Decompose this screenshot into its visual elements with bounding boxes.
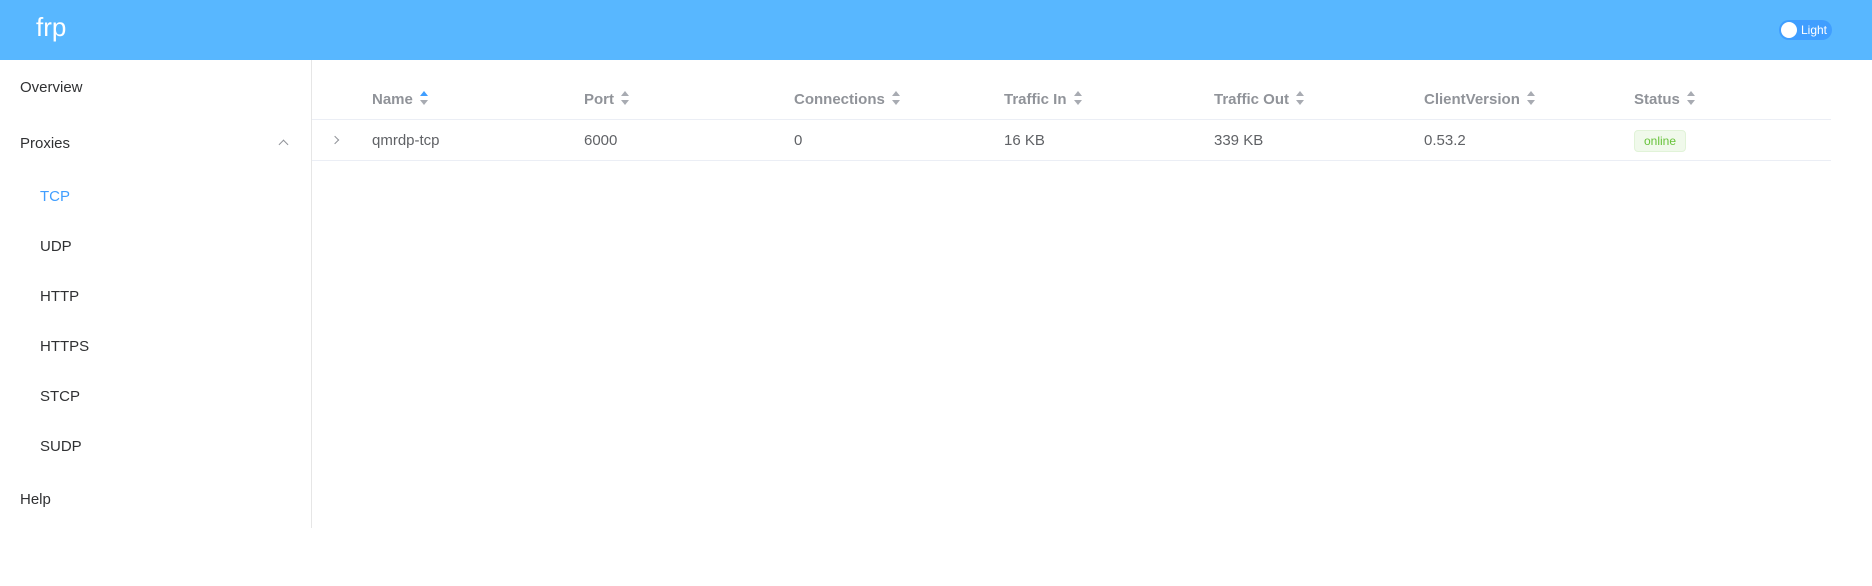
chevron-right-icon[interactable]: [330, 135, 340, 145]
chevron-up-icon: [278, 139, 289, 150]
sidebar-item-sudp[interactable]: SUDP: [0, 422, 311, 472]
sidebar-item-proxies[interactable]: Proxies: [0, 116, 311, 172]
sidebar-item-label: TCP: [40, 188, 70, 205]
column-header-client-version[interactable]: ClientVersion: [1424, 80, 1536, 120]
column-header-status[interactable]: Status: [1634, 80, 1696, 120]
table-header: Name Port Connections Traffic In Traffic…: [312, 80, 1831, 120]
sort-icon[interactable]: [620, 91, 630, 105]
sidebar-item-stcp[interactable]: STCP: [0, 372, 311, 422]
sidebar-item-tcp[interactable]: TCP: [0, 172, 311, 222]
app-title: frp: [36, 12, 67, 42]
column-header-label: Port: [584, 91, 614, 108]
cell-traffic-out: 339 KB: [1214, 132, 1264, 149]
table-row[interactable]: qmrdp-tcp 6000 0 16 KB 339 KB 0.53.2 onl…: [312, 120, 1831, 161]
column-header-name[interactable]: Name: [372, 80, 429, 120]
sidebar-item-label: UDP: [40, 238, 72, 255]
sidebar-item-help[interactable]: Help: [0, 472, 311, 528]
sidebar-item-http[interactable]: HTTP: [0, 272, 311, 322]
sort-icon[interactable]: [891, 91, 901, 105]
sort-icon[interactable]: [1686, 91, 1696, 105]
cell-traffic-in: 16 KB: [1004, 132, 1045, 149]
sidebar-item-label: Help: [20, 491, 51, 508]
sort-icon[interactable]: [1295, 91, 1305, 105]
sidebar-item-overview[interactable]: Overview: [0, 60, 311, 116]
sidebar-item-label: Overview: [20, 79, 83, 96]
sidebar-item-label: Proxies: [20, 135, 71, 152]
sort-icon[interactable]: [1526, 91, 1536, 105]
sidebar-item-https[interactable]: HTTPS: [0, 322, 311, 372]
cell-connections: 0: [794, 132, 803, 149]
column-header-label: ClientVersion: [1424, 91, 1520, 108]
sidebar-item-label: STCP: [40, 388, 81, 405]
sort-icon[interactable]: [1073, 91, 1083, 105]
theme-toggle-label: Light: [1800, 23, 1828, 37]
toggle-knob: [1781, 22, 1797, 38]
app-header: frp Light: [0, 0, 1872, 60]
column-header-connections[interactable]: Connections: [794, 80, 901, 120]
column-header-port[interactable]: Port: [584, 80, 630, 120]
column-header-label: Status: [1634, 91, 1680, 108]
sidebar: Overview Proxies TCP UDP HTTP HTTPS STCP…: [0, 60, 312, 528]
column-header-label: Name: [372, 91, 413, 108]
cell-port: 6000: [584, 132, 618, 149]
status-badge: online: [1634, 130, 1687, 152]
cell-name: qmrdp-tcp: [372, 132, 440, 149]
column-header-traffic-out[interactable]: Traffic Out: [1214, 80, 1305, 120]
column-header-label: Traffic In: [1004, 91, 1067, 108]
sidebar-item-udp[interactable]: UDP: [0, 222, 311, 272]
column-header-label: Traffic Out: [1214, 91, 1290, 108]
sidebar-item-label: SUDP: [40, 438, 82, 455]
cell-client-version: 0.53.2: [1424, 132, 1466, 149]
sidebar-item-label: HTTP: [40, 288, 80, 305]
column-header-label: Connections: [794, 91, 885, 108]
column-header-traffic-in[interactable]: Traffic In: [1004, 80, 1083, 120]
proxy-table: Name Port Connections Traffic In Traffic…: [312, 80, 1831, 161]
sidebar-item-label: HTTPS: [40, 338, 90, 355]
sort-icon[interactable]: [419, 91, 429, 105]
theme-toggle[interactable]: Light: [1779, 20, 1832, 40]
